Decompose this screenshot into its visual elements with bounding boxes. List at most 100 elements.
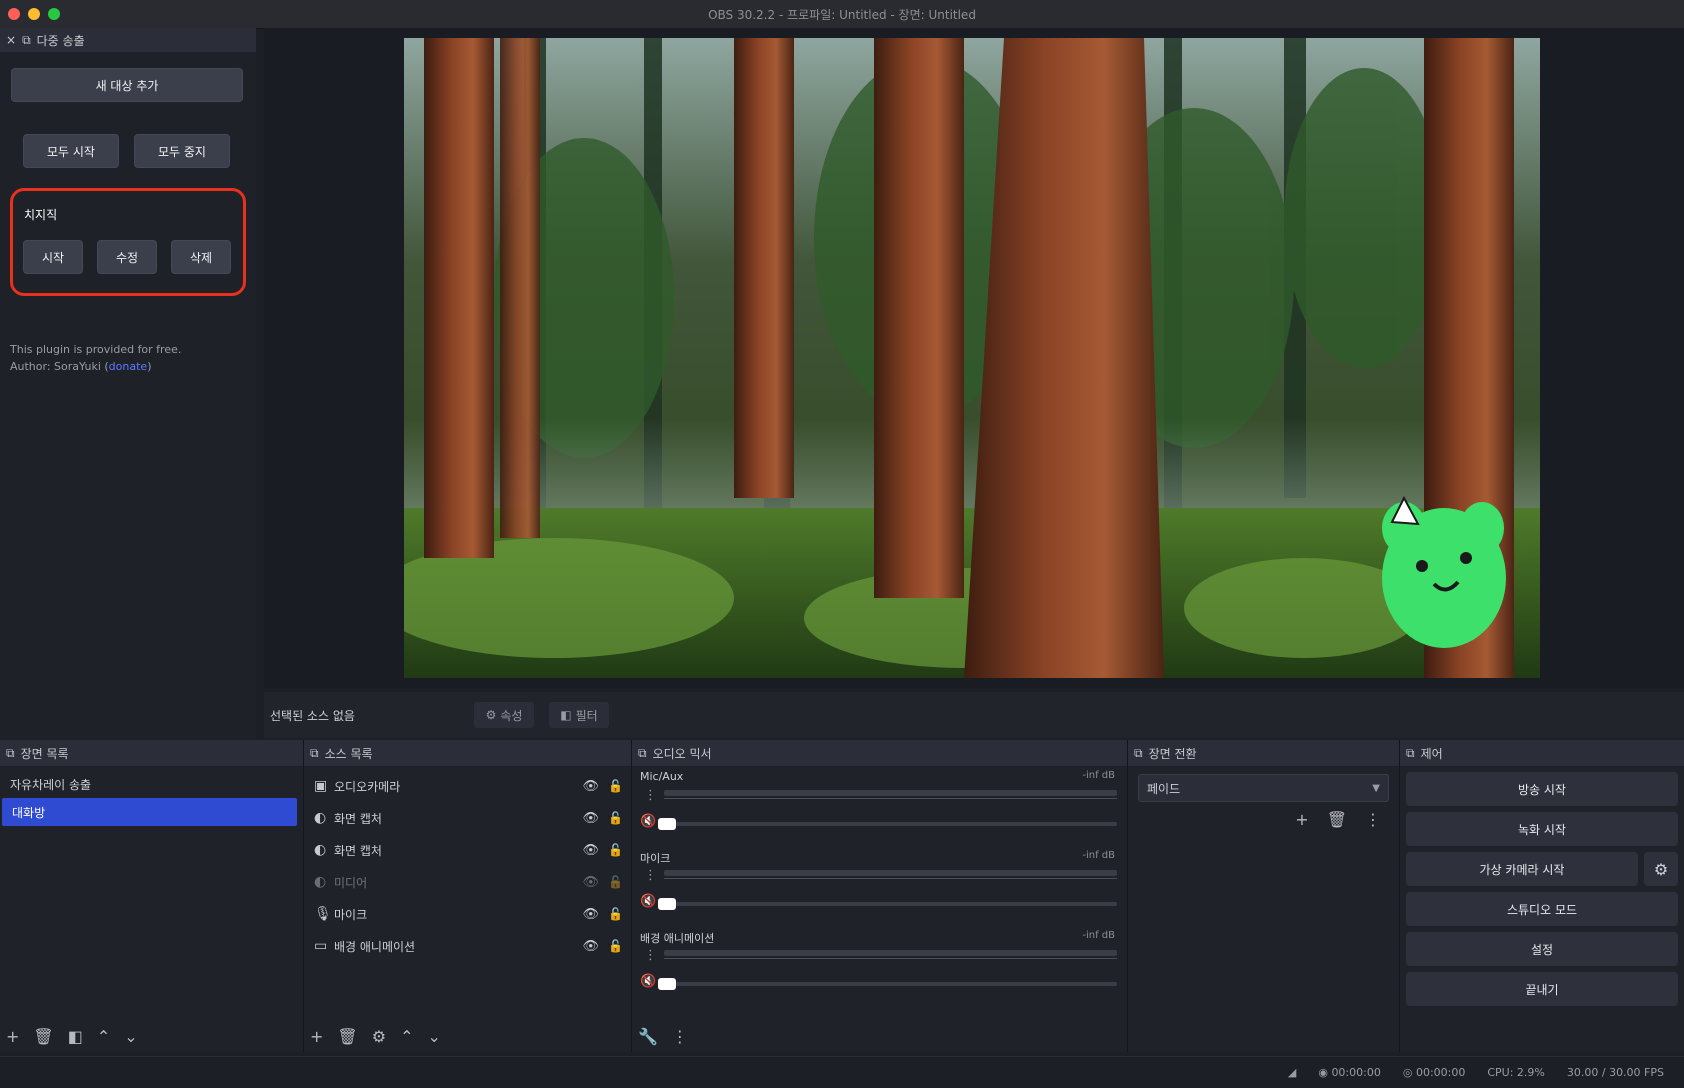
volume-slider-knob[interactable] (658, 818, 676, 830)
transition-select[interactable]: 페이드 ▼ (1138, 774, 1389, 802)
channel-menu-icon[interactable]: ⋮ (644, 868, 657, 883)
source-label: 화면 캡처 (334, 843, 382, 858)
scene-filters-icon[interactable]: ◧ (68, 1027, 83, 1046)
record-icon: ◎ (1402, 1066, 1413, 1079)
start-streaming-button[interactable]: 방송 시작 (1406, 772, 1678, 806)
visibility-eye-icon[interactable]: 👁 (582, 907, 599, 922)
author-suffix: ) (147, 360, 152, 373)
lock-icon[interactable]: 🔓 (608, 779, 623, 793)
dock-float-icon[interactable]: ⧉ (1134, 746, 1143, 761)
visibility-eye-icon[interactable]: 👁 (582, 811, 599, 826)
move-down-icon[interactable]: ⌄ (124, 1027, 137, 1046)
add-target-button[interactable]: 새 대상 추가 (11, 68, 243, 102)
stop-all-button[interactable]: 모두 중지 (134, 134, 230, 168)
exit-button[interactable]: 끝내기 (1406, 972, 1678, 1006)
mixer-channel: Mic/Aux -inf dB ⋮ 🔇 (632, 766, 1127, 846)
add-transition-icon[interactable]: + (1295, 810, 1308, 829)
scene-item[interactable]: 자유차레이 송출 (0, 770, 303, 798)
speaker-muted-icon[interactable]: 🔇 (640, 974, 656, 989)
dock-float-icon[interactable]: ⧉ (22, 33, 31, 48)
target-delete-button[interactable]: 삭제 (171, 240, 231, 274)
dock-float-icon[interactable]: ⧉ (6, 746, 15, 761)
start-virtual-camera-button[interactable]: 가상 카메라 시작 (1406, 852, 1638, 886)
source-item[interactable]: 🎙 마이크 👁 🔓 (304, 898, 631, 930)
remove-scene-icon[interactable]: 🗑 (33, 1027, 53, 1046)
source-item[interactable]: ▭ 배경 애니메이션 👁 🔓 (304, 930, 631, 962)
move-up-icon[interactable]: ⌃ (97, 1027, 110, 1046)
mixer-menu-icon[interactable]: ⋮ (672, 1027, 688, 1046)
volume-slider-knob[interactable] (658, 898, 676, 910)
speaker-muted-icon[interactable]: 🔇 (640, 894, 656, 909)
lock-icon[interactable]: 🔓 (608, 843, 623, 857)
lock-icon[interactable]: 🔓 (608, 907, 623, 921)
audio-mixer-title: 오디오 믹서 (652, 746, 712, 761)
dock-float-icon[interactable]: ⧉ (638, 746, 647, 761)
multi-output-dock-title: 다중 송출 (36, 33, 85, 48)
plugin-note-line1: This plugin is provided for free. (10, 343, 182, 356)
preview-canvas[interactable] (404, 38, 1540, 678)
visibility-eye-icon[interactable]: 👁 (582, 843, 599, 858)
settings-button[interactable]: 설정 (1406, 932, 1678, 966)
lock-icon[interactable]: 🔓 (608, 939, 623, 953)
broadcast-icon: ◉ (1318, 1066, 1328, 1079)
volume-slider[interactable] (664, 902, 1117, 906)
studio-mode-button[interactable]: 스튜디오 모드 (1406, 892, 1678, 926)
color-icon: ◐ (314, 874, 327, 890)
channel-name: 마이크 (640, 852, 671, 865)
source-item[interactable]: ◐ 화면 캡처 👁 🔓 (304, 802, 631, 834)
virtual-camera-settings-icon[interactable]: ⚙ (1644, 852, 1678, 886)
chevron-down-icon: ▼ (1372, 782, 1380, 794)
window-title: OBS 30.2.2 - 프로파일: Untitled - 장면: Untitl… (708, 8, 976, 22)
controls-dock: ⧉ 제어 방송 시작 녹화 시작 가상 카메라 시작 ⚙ 스튜디오 모드 설정 … (1400, 740, 1684, 1052)
source-item[interactable]: ▣ 오디오카메라 👁 🔓 (304, 770, 631, 802)
visibility-eye-icon[interactable]: 👁 (582, 779, 599, 794)
filter-icon: ◧ (560, 708, 572, 722)
source-properties-icon[interactable]: ⚙ (372, 1027, 386, 1046)
start-recording-button[interactable]: 녹화 시작 (1406, 812, 1678, 846)
channel-menu-icon[interactable]: ⋮ (644, 788, 657, 803)
visibility-eye-icon[interactable]: 👁 (582, 939, 599, 954)
volume-meter (664, 790, 1117, 796)
controls-dock-header: ⧉ 제어 (1400, 740, 1684, 766)
source-label: 화면 캡처 (334, 811, 382, 826)
live-time: 00:00:00 (1331, 1066, 1381, 1079)
add-source-icon[interactable]: + (310, 1027, 323, 1046)
source-label: 오디오카메라 (334, 779, 401, 794)
volume-slider[interactable] (664, 822, 1117, 826)
channel-menu-icon[interactable]: ⋮ (644, 948, 657, 963)
source-item[interactable]: ◐ 화면 캡처 👁 🔓 (304, 834, 631, 866)
visibility-eye-off-icon[interactable]: 👁 (582, 875, 599, 890)
dock-float-icon[interactable]: ⧉ (1406, 746, 1415, 761)
start-all-button[interactable]: 모두 시작 (23, 134, 119, 168)
add-scene-icon[interactable]: + (6, 1027, 19, 1046)
sources-title: 소스 목록 (324, 746, 373, 761)
transition-menu-icon[interactable]: ⋮ (1365, 810, 1381, 829)
speaker-muted-icon[interactable]: 🔇 (640, 814, 656, 829)
transition-selected-label: 페이드 (1147, 781, 1181, 796)
filters-button[interactable]: ◧ 필터 (549, 702, 609, 728)
display-icon: ▭ (314, 938, 328, 954)
target-edit-button[interactable]: 수정 (97, 240, 157, 274)
color-icon: ◐ (314, 810, 327, 826)
multi-output-dock: × ⧉ 다중 송출 새 대상 추가 모두 시작 모두 중지 치지직 시작 수정 … (0, 28, 256, 738)
target-start-button[interactable]: 시작 (23, 240, 83, 274)
move-down-icon[interactable]: ⌄ (427, 1027, 440, 1046)
dock-float-icon[interactable]: ⧉ (310, 746, 319, 761)
volume-slider[interactable] (664, 982, 1117, 986)
remove-transition-icon[interactable]: 🗑 (1327, 810, 1347, 829)
source-item-hidden[interactable]: ◐ 미디어 👁 🔓 (304, 866, 631, 898)
scene-item-selected[interactable]: 대화방 (2, 798, 297, 826)
advanced-audio-icon[interactable]: 🔧 (638, 1027, 658, 1046)
meter-ticks (664, 878, 1117, 889)
lock-icon[interactable]: 🔓 (608, 875, 623, 889)
mic-icon: 🎙 (314, 906, 332, 922)
author-text: Author: SoraYuki ( (10, 360, 109, 373)
properties-button[interactable]: ⚙ 속성 (474, 702, 534, 728)
filters-label: 필터 (575, 708, 598, 723)
volume-slider-knob[interactable] (658, 978, 676, 990)
dock-close-icon[interactable]: × (6, 33, 16, 47)
donate-link[interactable]: donate (109, 360, 148, 373)
remove-source-icon[interactable]: 🗑 (337, 1027, 357, 1046)
lock-icon[interactable]: 🔓 (608, 811, 623, 825)
move-up-icon[interactable]: ⌃ (400, 1027, 413, 1046)
